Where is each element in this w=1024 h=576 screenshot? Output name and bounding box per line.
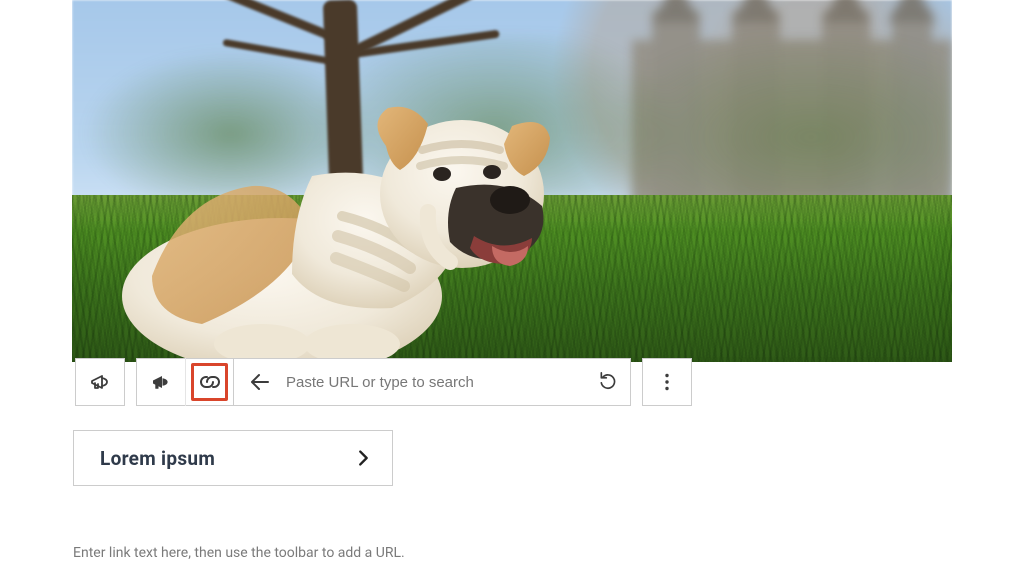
block-type-button[interactable] — [76, 358, 124, 406]
style-button[interactable] — [137, 358, 185, 406]
arrow-left-icon — [248, 370, 272, 394]
toolbar-group-block — [75, 358, 125, 406]
more-options-button[interactable] — [643, 358, 691, 406]
link-submit-button[interactable] — [586, 372, 630, 392]
return-icon — [598, 372, 618, 392]
toolbar-group-more — [642, 358, 692, 406]
link-url-control — [234, 358, 631, 406]
bulldog-illustration — [142, 76, 562, 356]
block-toolbar — [75, 358, 692, 406]
link-button[interactable] — [185, 358, 233, 406]
chevron-right-icon — [352, 447, 374, 469]
megaphone-solid-icon — [149, 370, 173, 394]
cta-label: Lorem ipsum — [100, 447, 215, 470]
cta-hint-text: Enter link text here, then use the toolb… — [73, 545, 405, 561]
hero-image — [72, 0, 952, 362]
more-vertical-icon — [655, 370, 679, 394]
cta-block[interactable]: Lorem ipsum — [73, 430, 393, 486]
link-url-input[interactable] — [286, 359, 586, 405]
toolbar-group-format — [136, 358, 234, 406]
link-icon — [198, 370, 222, 394]
link-back-button[interactable] — [234, 370, 286, 394]
megaphone-outline-icon — [88, 370, 112, 394]
